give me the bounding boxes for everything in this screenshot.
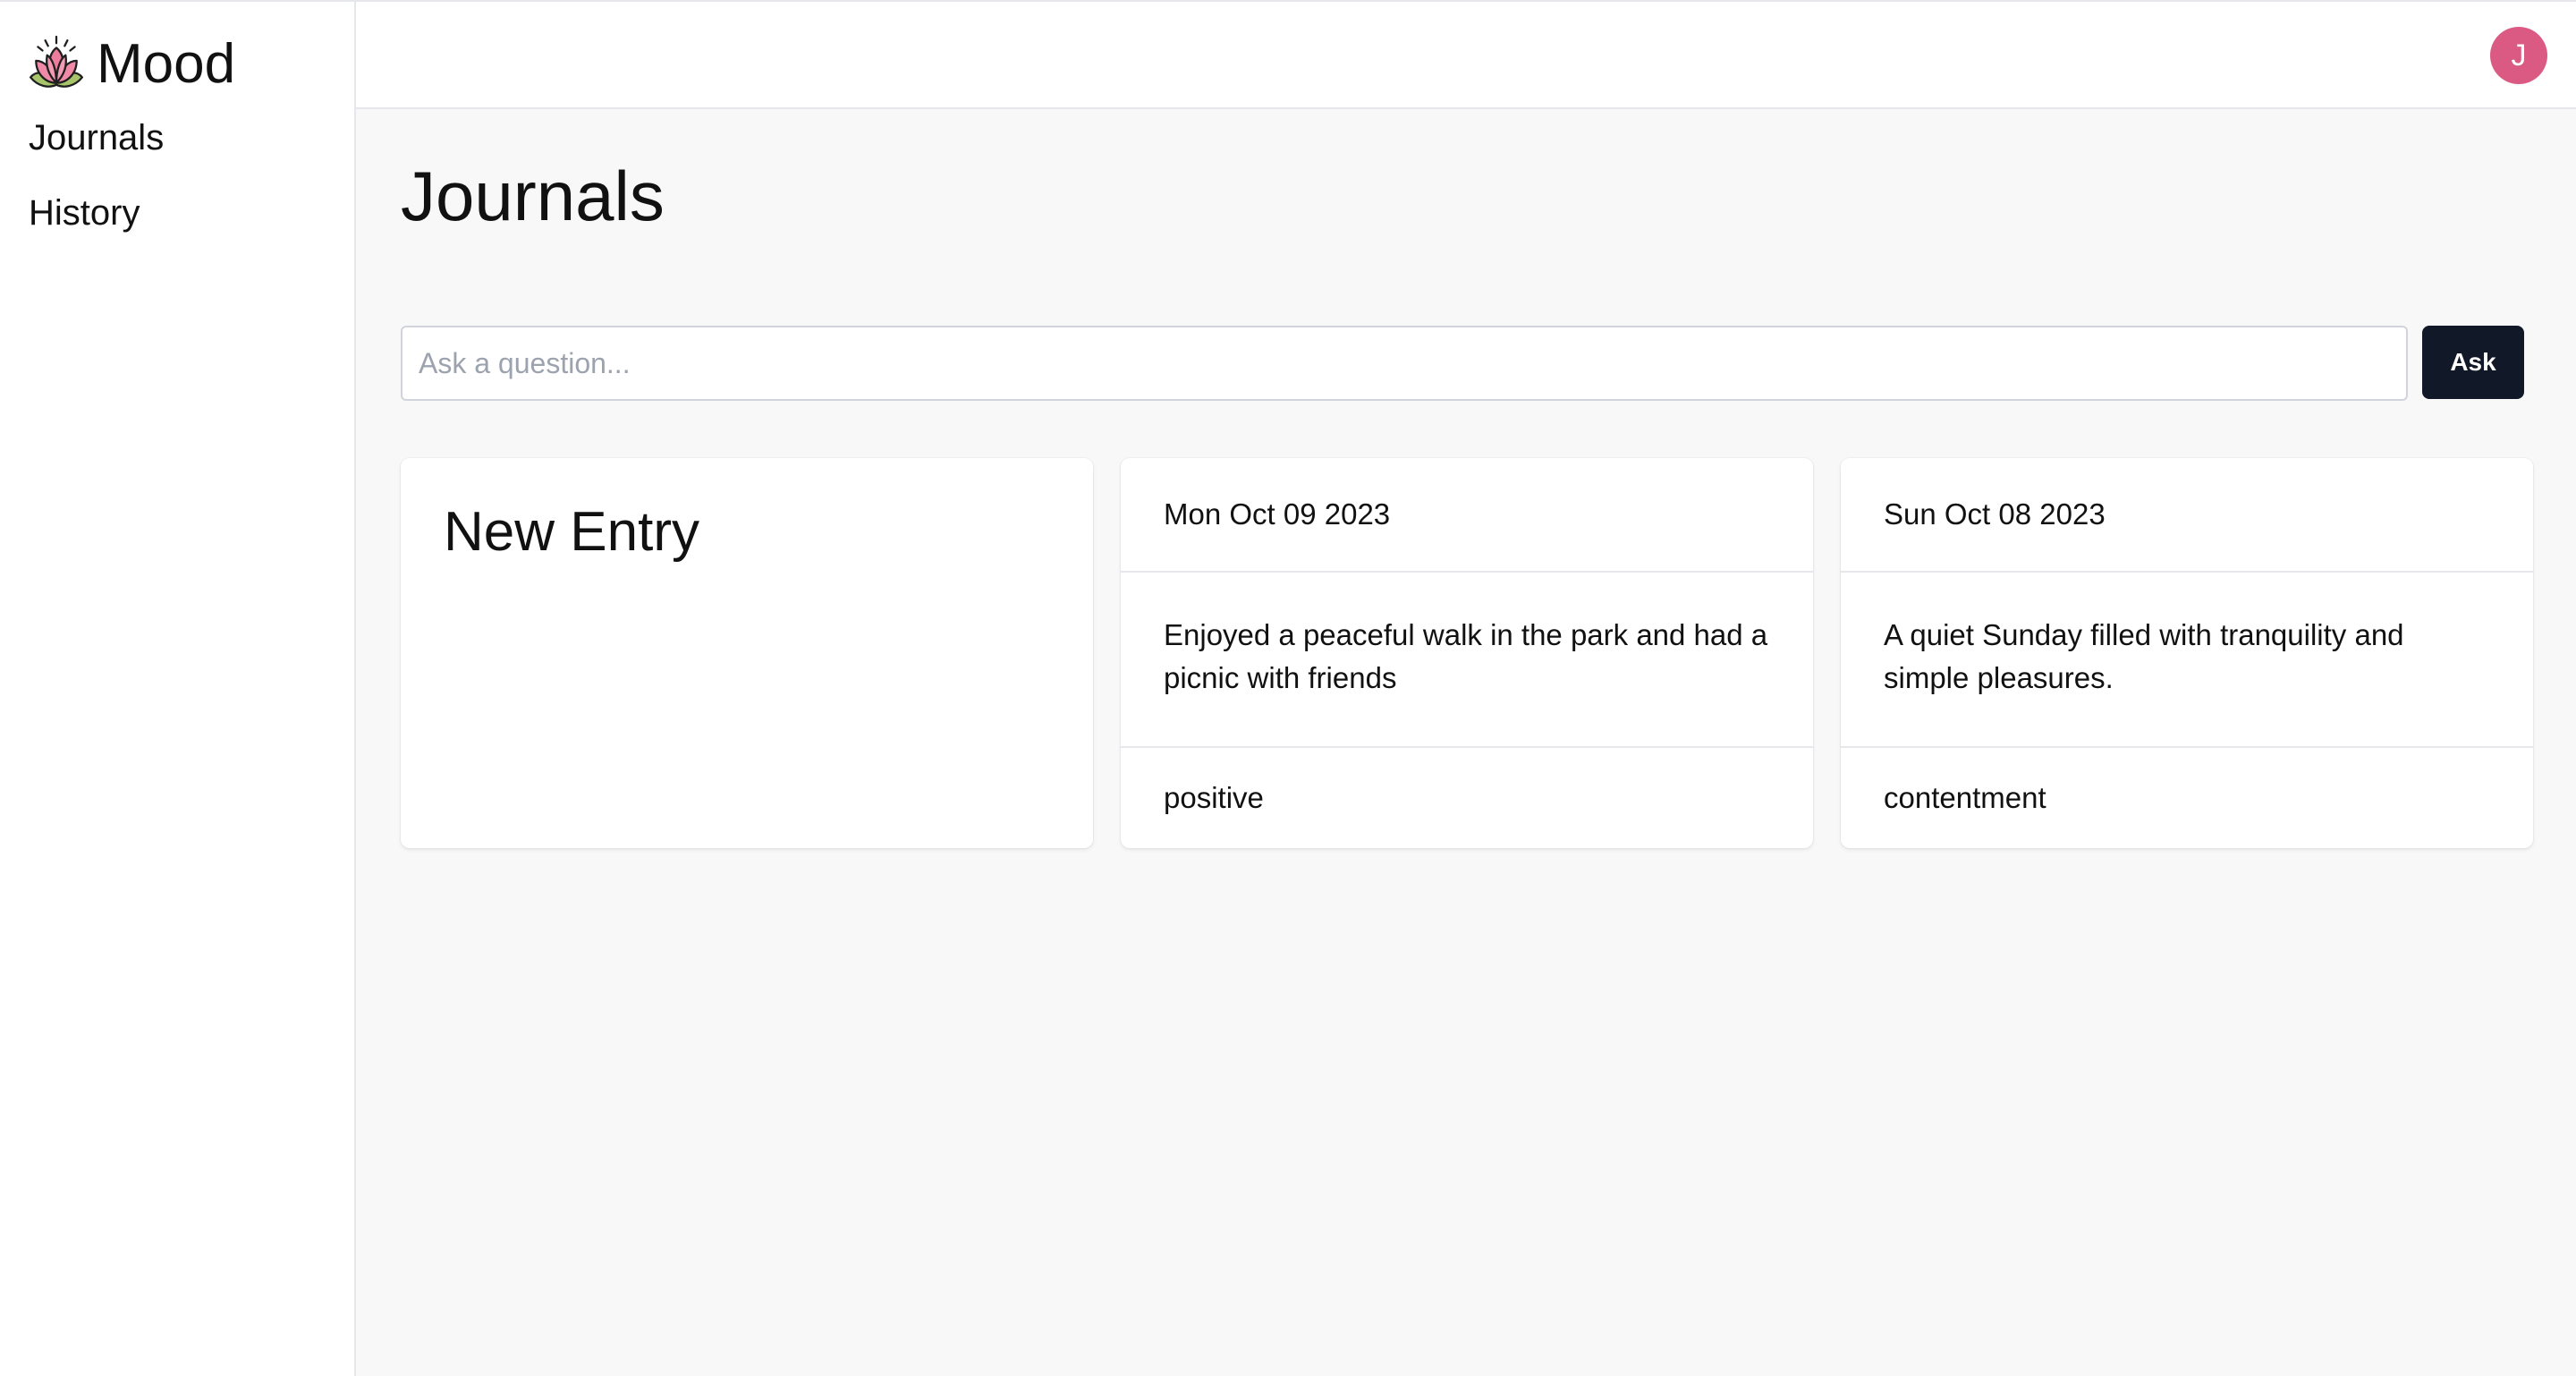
main-content: Journals Ask New Entry Mon Oct 09 2023 E… (356, 109, 2576, 1376)
sidebar-item-journals[interactable]: Journals (29, 120, 164, 156)
journal-entry-card[interactable]: Mon Oct 09 2023 Enjoyed a peaceful walk … (1121, 458, 1813, 848)
entry-date: Mon Oct 09 2023 (1121, 458, 1813, 573)
entry-summary: Enjoyed a peaceful walk in the park and … (1121, 573, 1813, 748)
entry-mood: positive (1164, 781, 1264, 814)
ask-question-input[interactable] (401, 326, 2408, 401)
top-bar: J (356, 2, 2576, 109)
sidebar-nav: Journals History (29, 120, 164, 270)
brand-name: Mood (97, 33, 236, 95)
entry-summary: A quiet Sunday filled with tranquility a… (1841, 573, 2533, 748)
lotus-icon (29, 35, 84, 88)
journal-entry-card[interactable]: Sun Oct 08 2023 A quiet Sunday filled wi… (1841, 458, 2533, 848)
page-title: Journals (401, 157, 665, 235)
brand[interactable]: Mood (27, 29, 235, 100)
avatar-initial: J (2511, 38, 2527, 72)
sidebar: Mood Journals History (0, 2, 356, 1376)
user-avatar[interactable]: J (2490, 27, 2547, 84)
sidebar-item-history[interactable]: History (29, 195, 164, 231)
ask-button[interactable]: Ask (2422, 326, 2524, 399)
app-window: Mood Journals History J Journals Ask New… (0, 0, 2576, 1376)
new-entry-card[interactable]: New Entry (401, 458, 1093, 848)
entry-date: Sun Oct 08 2023 (1841, 458, 2533, 573)
new-entry-label: New Entry (444, 501, 699, 563)
ask-form: Ask (401, 326, 2524, 401)
journal-grid: New Entry Mon Oct 09 2023 Enjoyed a peac… (401, 458, 2533, 848)
entry-mood: contentment (1884, 781, 2046, 814)
